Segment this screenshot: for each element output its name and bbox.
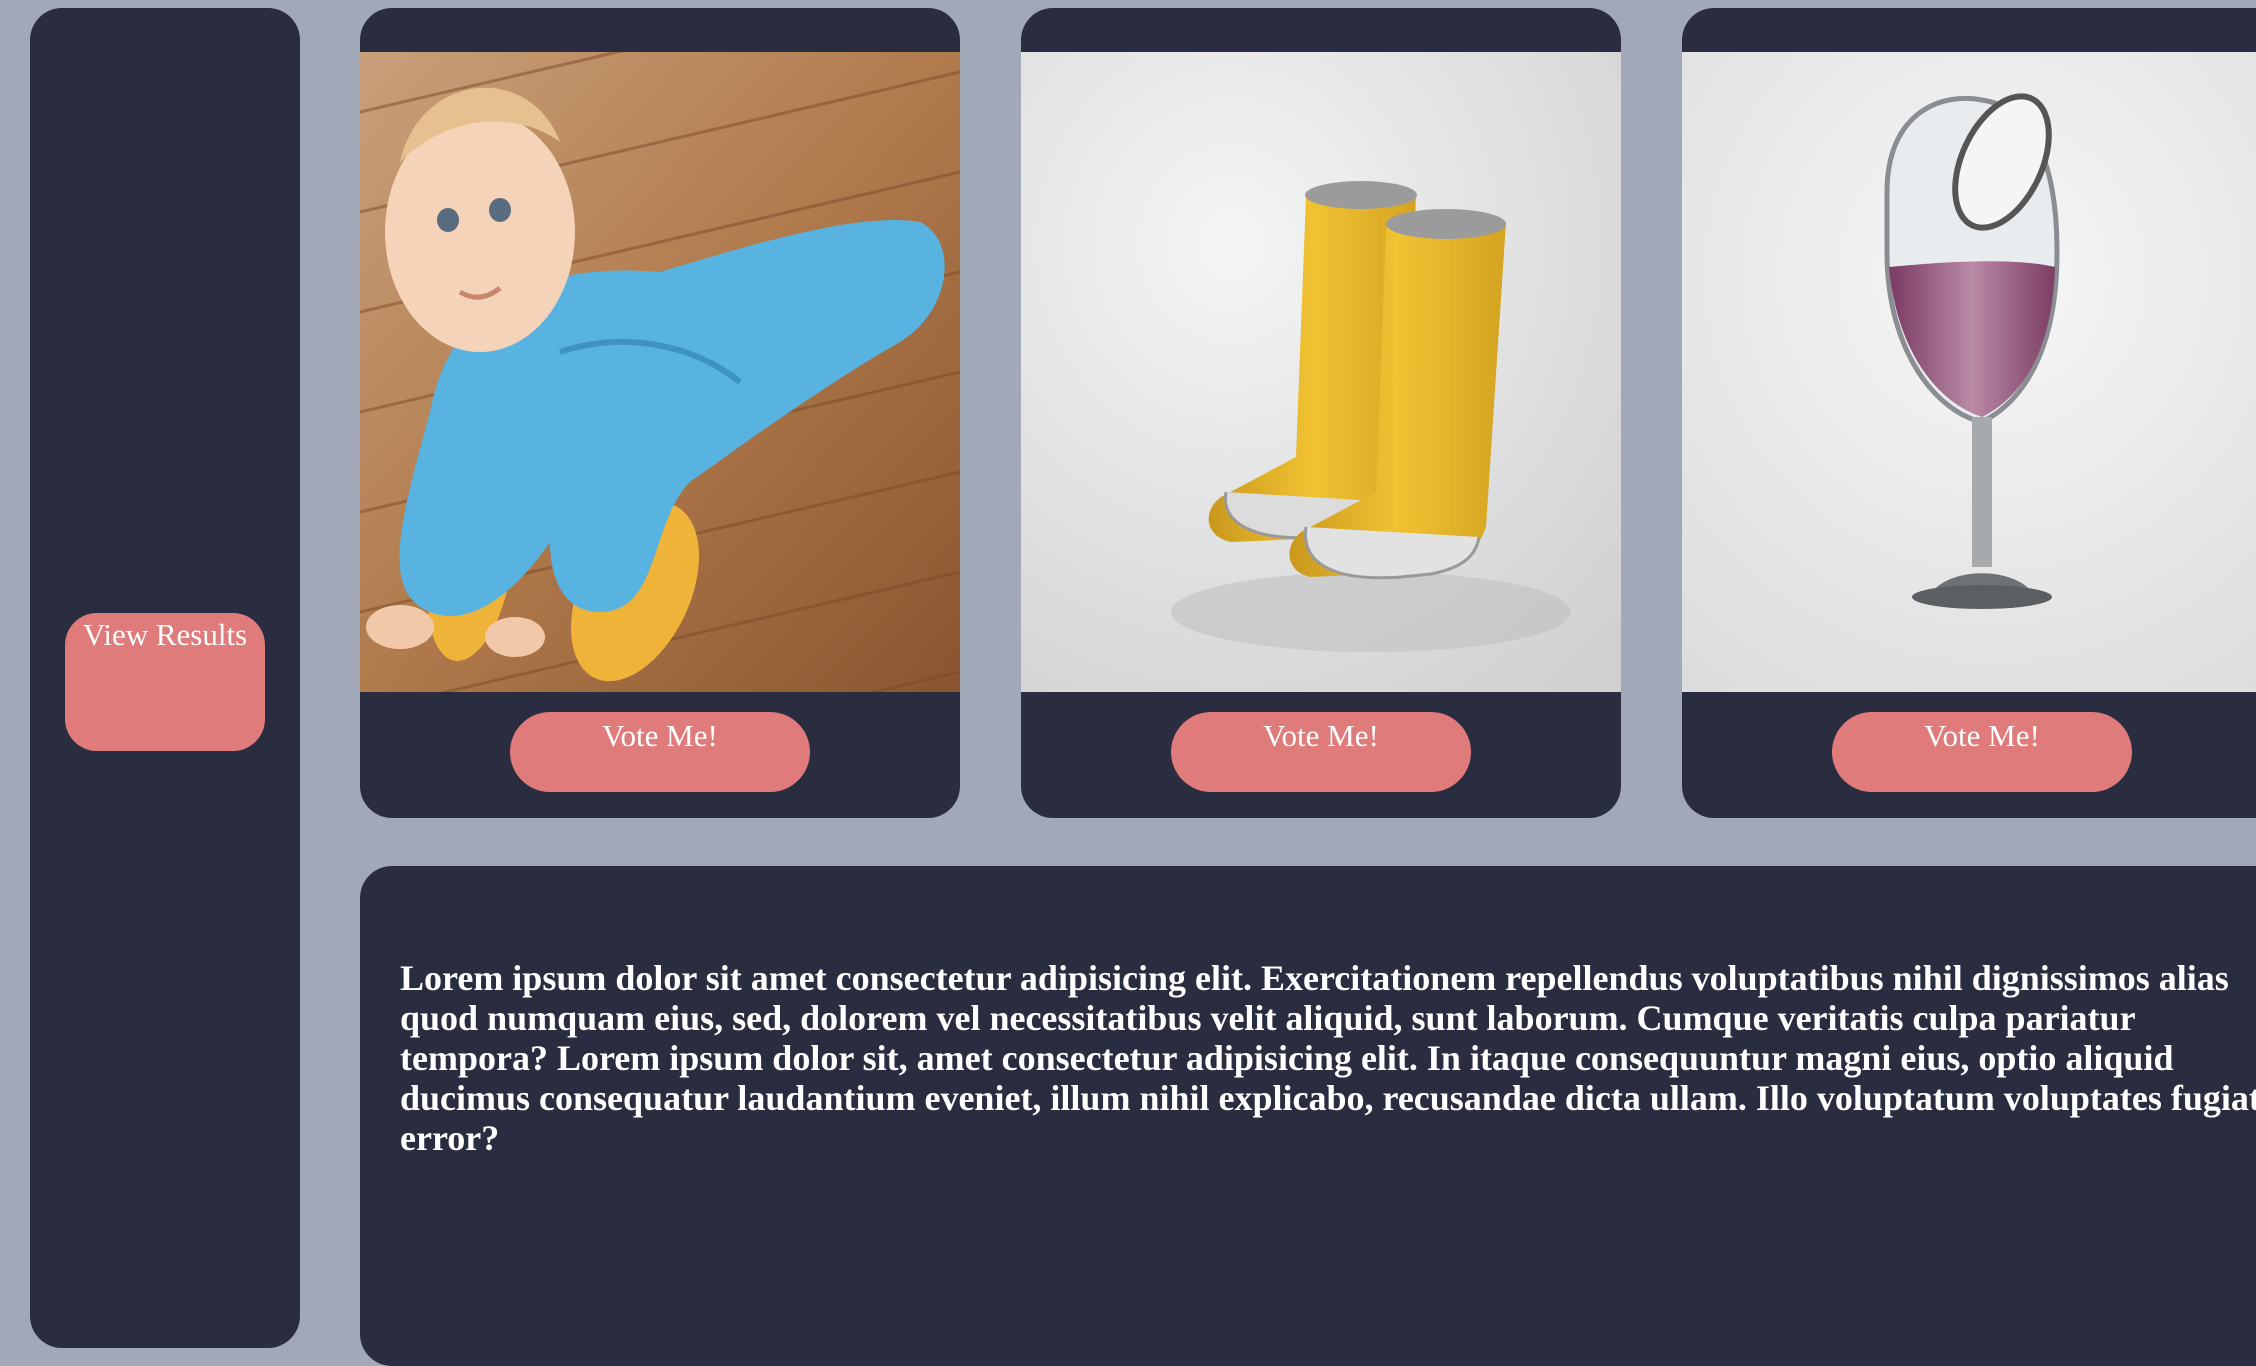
product-card-3: Vote Me! <box>1682 8 2256 818</box>
card-image-boots <box>1021 52 1621 692</box>
sidebar: View Results <box>30 8 300 1348</box>
product-card-2: Vote Me! <box>1021 8 1621 818</box>
description-text: Lorem ipsum dolor sit amet consectetur a… <box>400 958 2256 1158</box>
view-results-button[interactable]: View Results <box>65 613 265 751</box>
product-card-1: Vote Me! <box>360 8 960 818</box>
vote-button-2[interactable]: Vote Me! <box>1171 712 1471 792</box>
card-image-baby <box>360 52 960 692</box>
vote-button-1[interactable]: Vote Me! <box>510 712 810 792</box>
card-image-wine-glass <box>1682 52 2256 692</box>
vote-button-3[interactable]: Vote Me! <box>1832 712 2132 792</box>
description-panel: Lorem ipsum dolor sit amet consectetur a… <box>360 866 2256 1366</box>
